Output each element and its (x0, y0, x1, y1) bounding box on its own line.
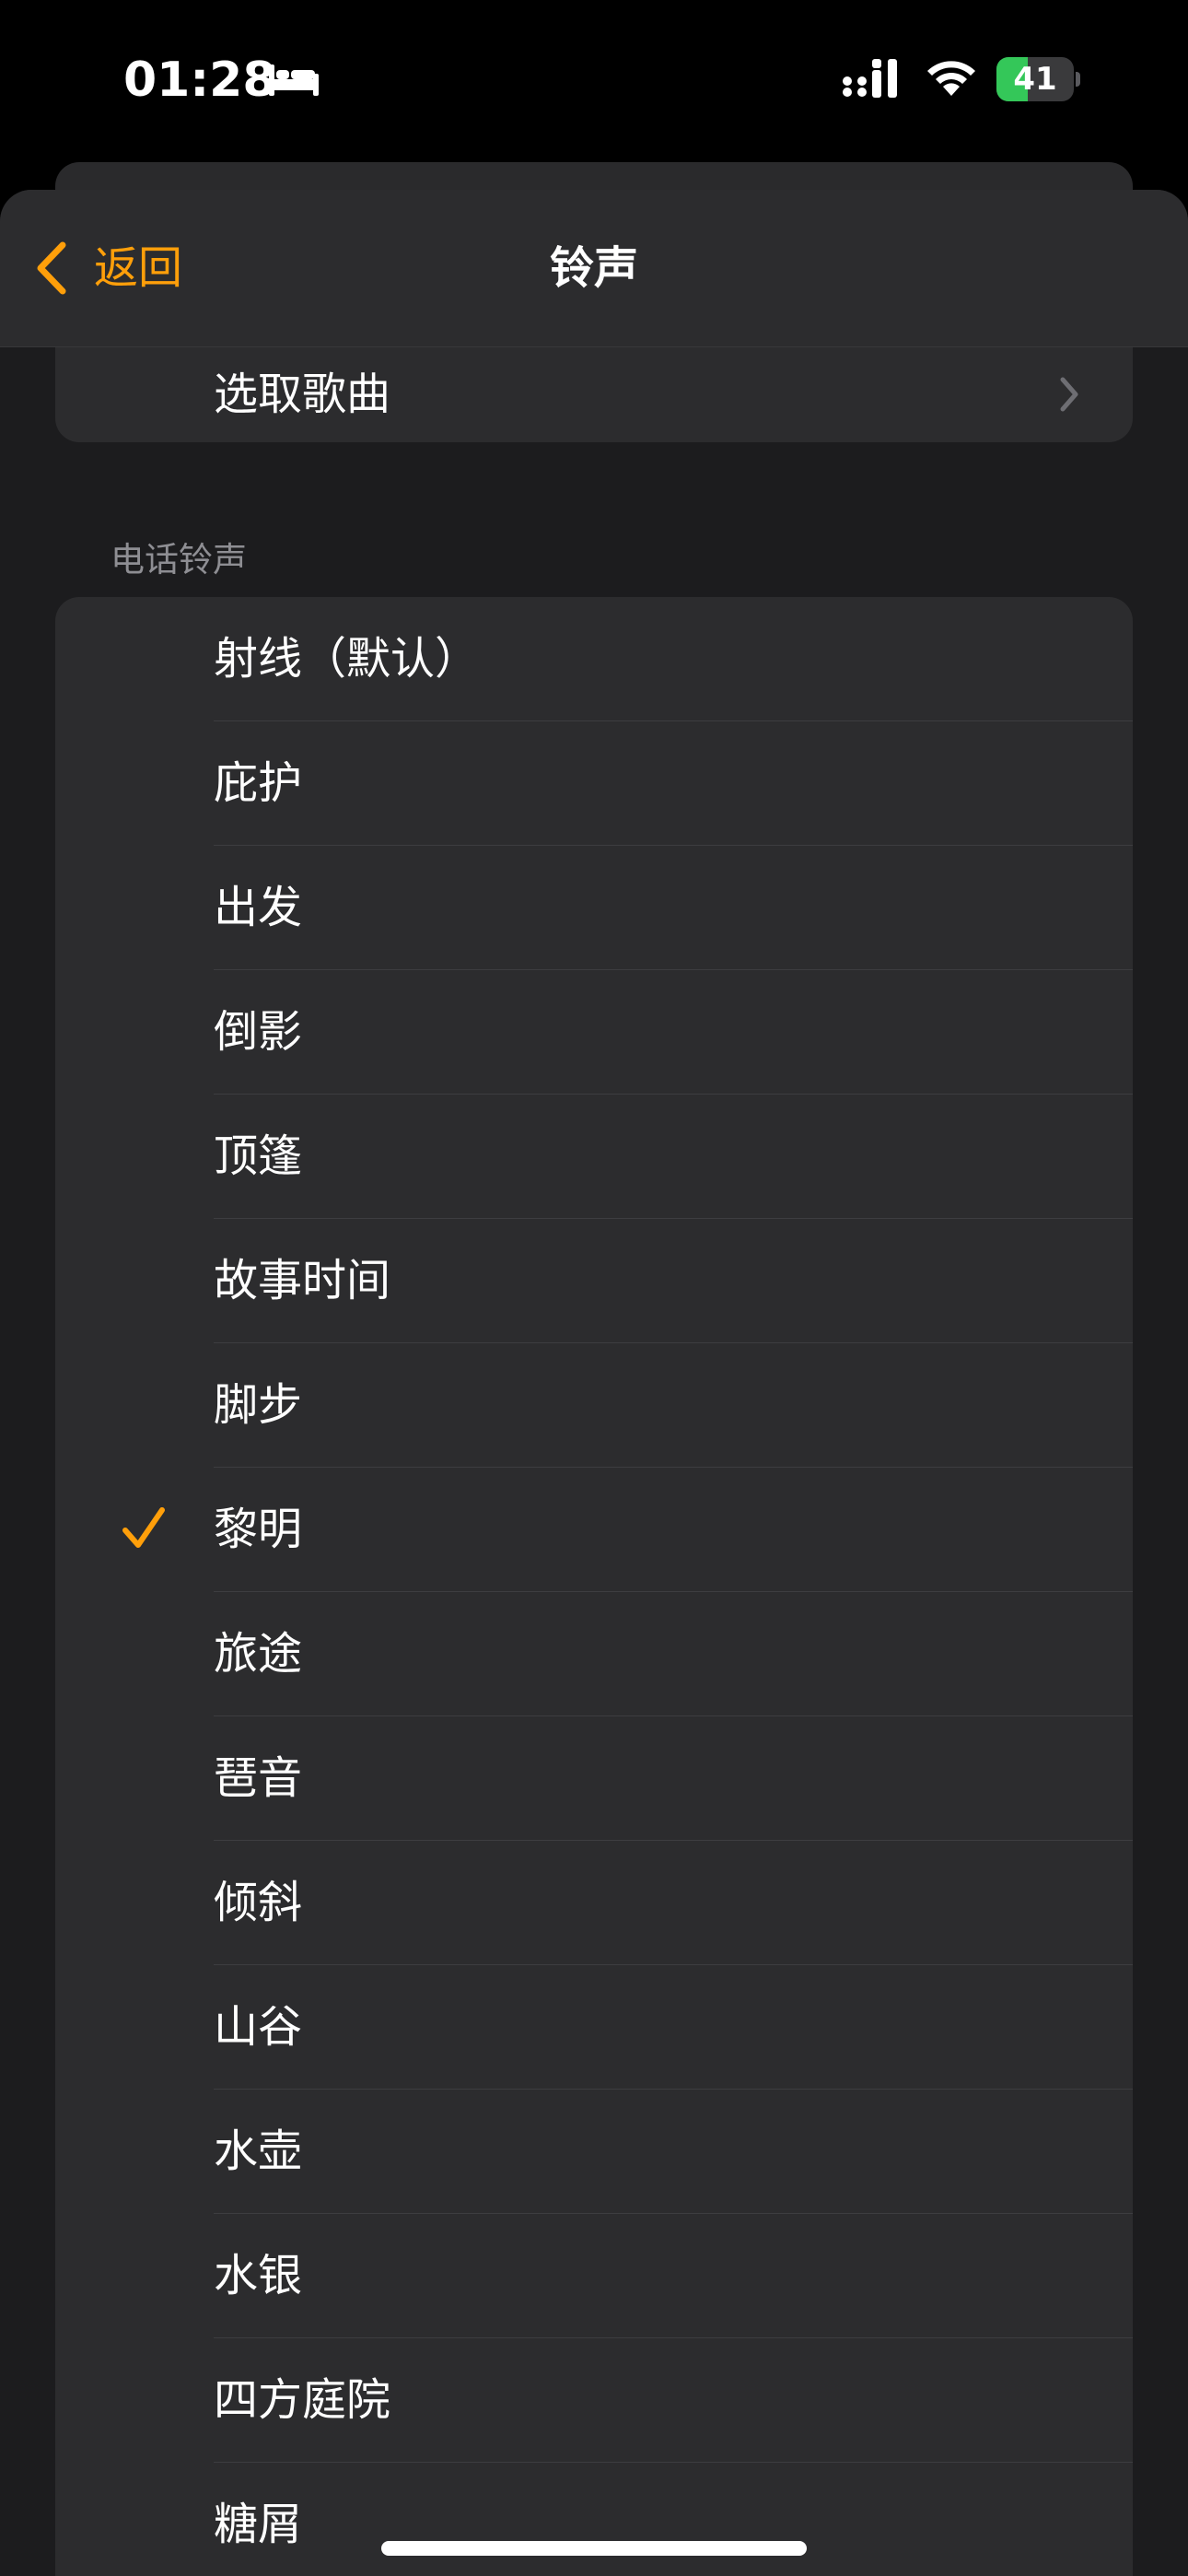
battery-level: 41 (1013, 61, 1057, 98)
ringtone-row[interactable]: 顶篷 (55, 1095, 1133, 1219)
ringtone-row[interactable]: 旅途 (55, 1592, 1133, 1716)
ringtone-row[interactable]: 故事时间 (55, 1219, 1133, 1343)
bed-icon (269, 64, 319, 96)
ringtone-label: 射线（默认） (214, 633, 480, 685)
ringtone-row[interactable]: 倒影 (55, 970, 1133, 1095)
ringtone-label: 庇护 (214, 757, 303, 809)
section-header-ringtones: 电话铃声 (111, 540, 247, 580)
ringtone-label: 顶篷 (214, 1130, 303, 1182)
ringtone-row[interactable]: 庇护 (55, 721, 1133, 846)
ringtone-row[interactable]: 水银 (55, 2214, 1133, 2338)
ringtone-label: 脚步 (214, 1379, 303, 1431)
ringtone-label: 水银 (214, 2250, 303, 2301)
ringtone-label: 倾斜 (214, 1877, 303, 1928)
ringtone-label: 出发 (214, 882, 303, 933)
chevron-right-icon (1060, 377, 1078, 412)
ringtone-row[interactable]: 水壶 (55, 2090, 1133, 2214)
page-title: 铃声 (549, 242, 638, 294)
ringtone-row[interactable]: 射线（默认） (55, 597, 1133, 721)
ringtone-row[interactable]: 四方庭院 (55, 2338, 1133, 2463)
pick-song-label: 选取歌曲 (214, 369, 391, 420)
ringtone-label: 倒影 (214, 1006, 303, 1058)
ringtone-row[interactable]: 出发 (55, 846, 1133, 970)
ringtone-row[interactable]: 琶音 (55, 1716, 1133, 1841)
status-time: 01:28 (123, 53, 276, 108)
ringtone-label: 故事时间 (214, 1255, 391, 1306)
cellular-signal-icon (843, 59, 897, 98)
ringtone-label: 旅途 (214, 1628, 303, 1680)
ringtone-row[interactable]: 倾斜 (55, 1841, 1133, 1965)
battery-cap (1076, 72, 1080, 87)
ringtone-label: 黎明 (214, 1504, 303, 1555)
ringtone-row[interactable]: 山谷 (55, 1965, 1133, 2090)
ringtone-label: 糖屑 (214, 2499, 303, 2550)
checkmark-icon (122, 1507, 165, 1548)
ringtone-row[interactable]: 糖屑 (55, 2463, 1133, 2576)
ringtone-list: 射线（默认） 庇护 出发 倒影 顶篷 故事时间 脚步 黎明 旅途 琶音 倾斜 山… (55, 597, 1133, 2576)
ringtone-row-selected[interactable]: 黎明 (55, 1468, 1133, 1592)
ringtone-row[interactable]: 脚步 (55, 1343, 1133, 1468)
navigation-bar: 返回 铃声 (0, 190, 1188, 347)
ringtone-label: 山谷 (214, 2001, 303, 2053)
ringtone-sheet: 返回 铃声 选取歌曲 电话铃声 射线（默认） 庇护 出发 倒影 顶篷 故事时间 … (0, 190, 1188, 2576)
battery-charging-icon: 41 (996, 57, 1080, 101)
pick-song-row[interactable]: 选取歌曲 (55, 346, 1133, 442)
battery-body: 41 (996, 57, 1074, 101)
ringtone-screen: 01:28 41 返回 铃声 选取歌曲 电话铃声 射线（默认） 庇护 出发 倒影… (0, 0, 1188, 2576)
ringtone-label: 琶音 (214, 1752, 303, 1804)
status-bar: 01:28 41 (0, 0, 1188, 157)
ringtone-label: 水壶 (214, 2125, 303, 2177)
home-indicator[interactable] (381, 2541, 807, 2556)
wifi-icon (927, 61, 975, 96)
ringtone-label: 四方庭院 (214, 2374, 391, 2426)
